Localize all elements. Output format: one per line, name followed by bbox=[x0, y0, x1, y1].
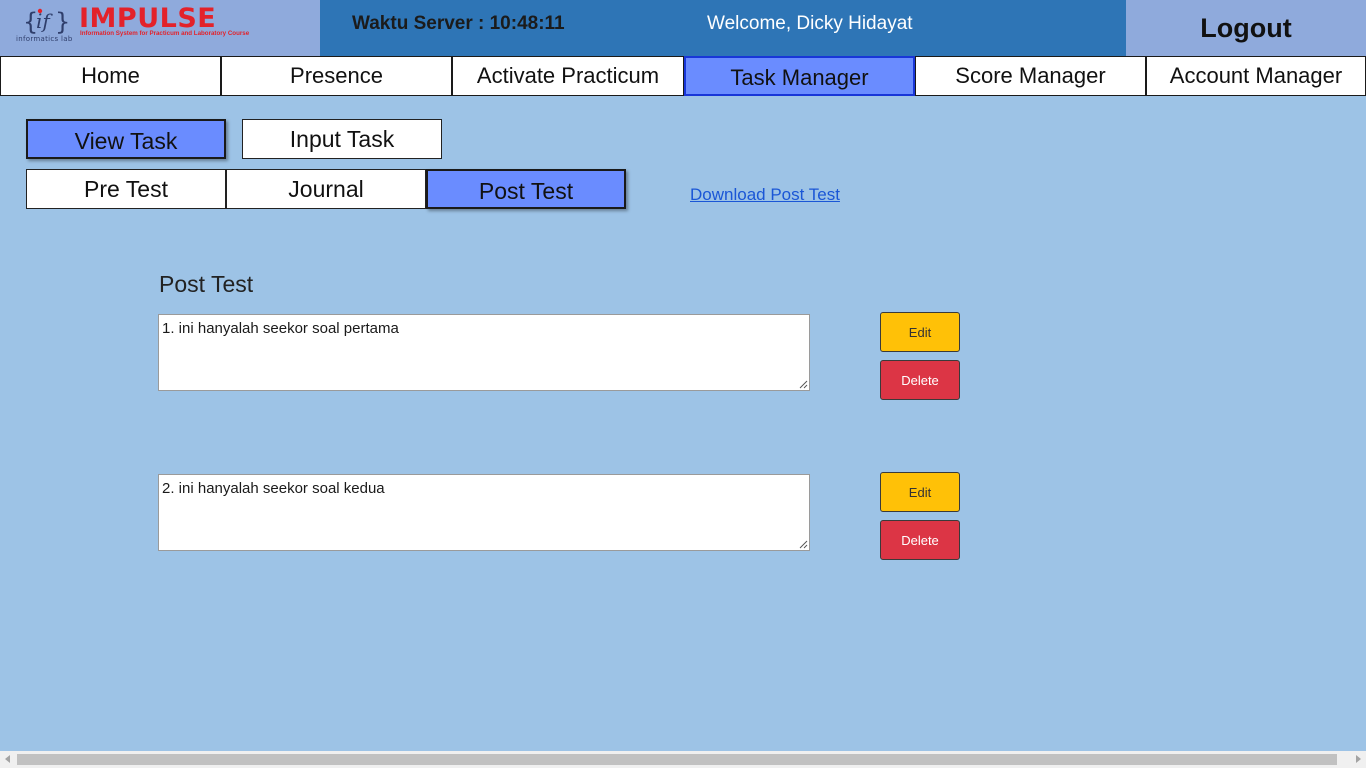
scrollbar-thumb[interactable] bbox=[17, 754, 1337, 765]
nav-item-score-manager[interactable]: Score Manager bbox=[915, 56, 1146, 96]
logo: { if } informatics lab IMPULSE Informati… bbox=[0, 0, 320, 56]
nav-label: Account Manager bbox=[1169, 63, 1343, 88]
nav-label: Activate Practicum bbox=[476, 63, 660, 88]
nav-item-activate-practicum[interactable]: Activate Practicum bbox=[452, 56, 684, 96]
pre-test-label: Pre Test bbox=[84, 175, 168, 202]
nav-item-account-manager[interactable]: Account Manager bbox=[1146, 56, 1366, 96]
server-time: Waktu Server : 10:48:11 bbox=[352, 13, 565, 34]
app-tagline: Information System for Practicum and Lab… bbox=[80, 30, 250, 37]
logo-lab-text: informatics lab bbox=[16, 35, 73, 43]
nav-item-home[interactable]: Home bbox=[0, 56, 221, 96]
delete-question-2-button[interactable]: Delete bbox=[880, 520, 960, 560]
input-task-label: Input Task bbox=[289, 125, 395, 152]
post-test-label: Post Test bbox=[478, 177, 574, 204]
question-1-textarea[interactable] bbox=[158, 314, 810, 391]
nav-label: Presence bbox=[290, 63, 383, 88]
view-task-label: View Task bbox=[74, 127, 178, 154]
scroll-left-arrow-icon[interactable] bbox=[5, 755, 10, 763]
horizontal-scrollbar[interactable] bbox=[0, 751, 1366, 768]
input-task-button[interactable]: Input Task bbox=[242, 119, 442, 159]
pre-test-tab[interactable]: Pre Test bbox=[26, 169, 226, 209]
informatics-lab-logo-icon: { if } bbox=[23, 8, 68, 36]
svg-text:}: } bbox=[55, 8, 68, 36]
resize-grip-icon[interactable] bbox=[799, 540, 808, 549]
nav-label: Task Manager bbox=[730, 65, 869, 90]
welcome-text: Welcome, Dicky Hidayat bbox=[707, 13, 913, 34]
nav-item-task-manager[interactable]: Task Manager bbox=[684, 56, 915, 96]
logout-label: Logout bbox=[1200, 12, 1292, 43]
resize-grip-icon[interactable] bbox=[799, 380, 808, 389]
edit-question-2-button[interactable]: Edit bbox=[880, 472, 960, 512]
delete-question-1-button[interactable]: Delete bbox=[880, 360, 960, 400]
post-test-tab[interactable]: Post Test bbox=[426, 169, 626, 209]
journal-tab[interactable]: Journal bbox=[226, 169, 426, 209]
journal-label: Journal bbox=[288, 175, 364, 202]
nav-item-presence[interactable]: Presence bbox=[221, 56, 452, 96]
section-title: Post Test bbox=[159, 271, 254, 297]
edit-question-1-button[interactable]: Edit bbox=[880, 312, 960, 352]
question-2-textarea[interactable] bbox=[158, 474, 810, 551]
view-task-button[interactable]: View Task bbox=[26, 119, 226, 159]
scroll-right-arrow-icon[interactable] bbox=[1356, 755, 1361, 763]
nav-label: Score Manager bbox=[955, 63, 1106, 88]
nav-label: Home bbox=[81, 63, 140, 88]
download-post-test-link[interactable]: Download Post Test bbox=[690, 185, 840, 205]
top-header: { if } informatics lab IMPULSE Informati… bbox=[0, 0, 1366, 56]
logout-button[interactable]: Logout bbox=[1126, 0, 1366, 56]
main-nav: Home Presence Activate Practicum Task Ma… bbox=[0, 56, 1366, 96]
